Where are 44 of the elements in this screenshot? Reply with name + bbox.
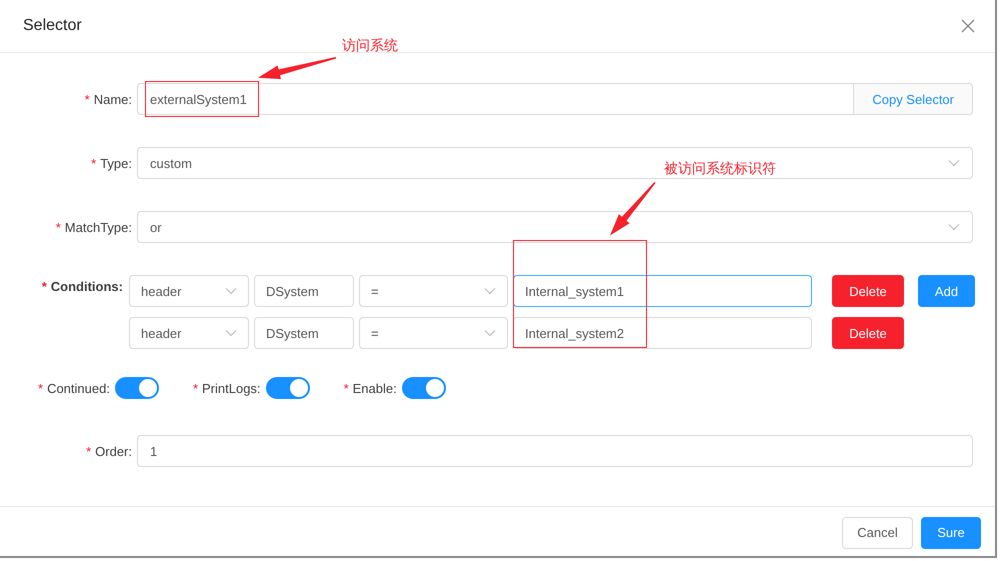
- field-label: Order:: [95, 444, 132, 458]
- required-mark: *: [56, 220, 61, 234]
- close-icon[interactable]: [961, 19, 975, 33]
- select-field[interactable]: or: [137, 211, 973, 243]
- delete-button[interactable]: Delete: [832, 275, 904, 307]
- chevron-down-icon: [484, 329, 496, 337]
- select-field[interactable]: header: [129, 275, 249, 307]
- input-field[interactable]: Internal_system2: [513, 317, 812, 349]
- delete-button[interactable]: Delete: [832, 317, 904, 349]
- chevron-down-icon: [225, 287, 237, 295]
- select-field[interactable]: =: [359, 275, 508, 307]
- input-field[interactable]: DSystem: [254, 317, 354, 349]
- switch-label: PrintLogs:: [202, 380, 261, 396]
- input-field[interactable]: 1: [137, 435, 973, 467]
- select-field[interactable]: header: [129, 317, 249, 349]
- required-mark: *: [344, 380, 349, 396]
- toggle-switch[interactable]: [402, 377, 446, 399]
- required-mark: *: [38, 380, 44, 396]
- select-field[interactable]: =: [359, 317, 508, 349]
- field-label: MatchType:: [64, 220, 132, 234]
- required-mark: *: [42, 279, 47, 294]
- required-mark: *: [91, 156, 96, 170]
- arrow: [610, 182, 656, 236]
- cancel-button[interactable]: Cancel: [842, 516, 913, 548]
- annotation-text: 被访问系统标识符: [664, 160, 776, 178]
- toggle-switch[interactable]: [266, 377, 310, 399]
- annotation-text: 访问系统: [342, 37, 398, 55]
- chevron-down-icon: [225, 329, 237, 337]
- required-mark: *: [86, 444, 92, 458]
- input-field[interactable]: externalSystem1: [138, 92, 854, 106]
- switch-label: Continued:: [47, 380, 110, 396]
- input-field[interactable]: Internal_system1: [513, 275, 812, 307]
- switch-label: Enable:: [352, 380, 397, 396]
- field-label: Type:: [100, 156, 132, 170]
- required-mark: *: [84, 92, 90, 106]
- chevron-down-icon: [948, 223, 960, 231]
- input-field[interactable]: DSystem: [254, 275, 354, 307]
- chevron-down-icon: [948, 159, 960, 167]
- toggle-switch[interactable]: [114, 377, 159, 399]
- dialog-title: Selector: [23, 17, 82, 35]
- required-mark: *: [192, 380, 198, 396]
- chevron-down-icon: [484, 287, 496, 295]
- field-label: Conditions:: [50, 279, 123, 294]
- field-label: Name:: [94, 92, 132, 106]
